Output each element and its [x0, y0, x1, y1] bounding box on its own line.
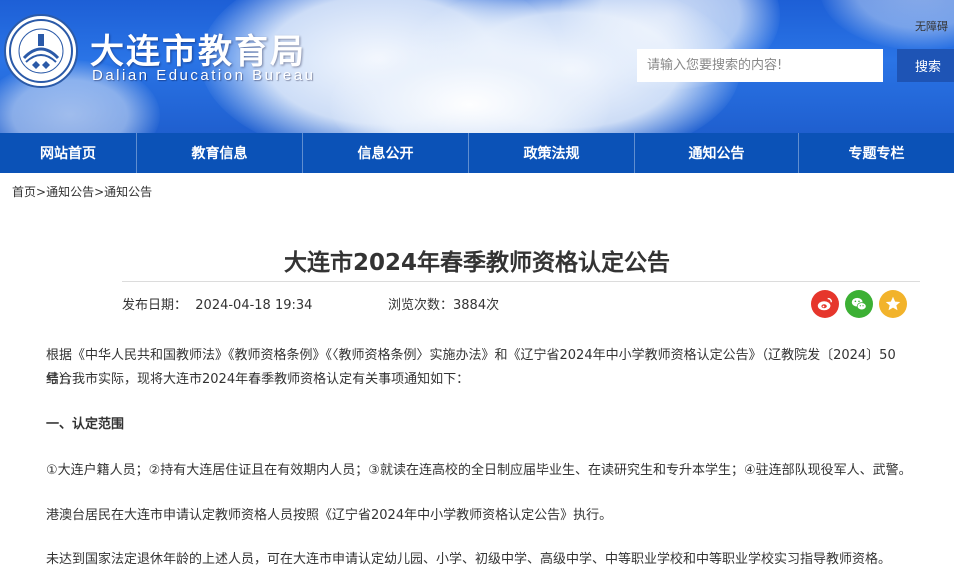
publish-date-label: 发布日期： [122, 298, 188, 313]
view-count: 浏览次数：3884次 [388, 294, 499, 313]
header-banner: 大连市教育局 Dalian Education Bureau 无障碍 搜索 [0, 0, 954, 133]
bureau-logo[interactable] [4, 14, 78, 88]
share-wechat-button[interactable] [845, 290, 873, 318]
nav-item-policies[interactable]: 政策法规 [469, 133, 635, 173]
article-paragraph: 未达到国家法定退休年龄的上述人员，可在大连市申请认定幼儿园、小学、初级中学、高级… [46, 552, 892, 567]
search-input[interactable] [637, 49, 883, 82]
publish-date: 发布日期： 2024-04-18 19:34 [122, 294, 312, 313]
breadcrumb: 首页>通知公告>通知公告 [12, 183, 152, 200]
view-count-label: 浏览次数： [388, 298, 454, 313]
nav-item-notices[interactable]: 通知公告 [635, 133, 799, 173]
share-weibo-button[interactable] [811, 290, 839, 318]
star-icon [885, 296, 901, 311]
search-button[interactable]: 搜索 [897, 49, 954, 82]
breadcrumb-notices[interactable]: 通知公告 [46, 185, 94, 199]
site-subtitle: Dalian Education Bureau [92, 67, 316, 84]
accessibility-link[interactable]: 无障碍 [915, 18, 948, 34]
nav-item-info-disclosure[interactable]: 信息公开 [303, 133, 469, 173]
nav-item-home[interactable]: 网站首页 [0, 133, 137, 173]
nav-item-education-info[interactable]: 教育信息 [137, 133, 303, 173]
article-paragraph: ①大连户籍人员；②持有大连居住证且在有效期内人员；③就读在连高校的全日制应届毕业… [46, 463, 912, 478]
emblem-icon [9, 19, 73, 83]
breadcrumb-current[interactable]: 通知公告 [104, 185, 152, 199]
weibo-icon [817, 297, 832, 311]
view-count-value: 3884次 [453, 298, 500, 313]
article-paragraph: 结合我市实际，现将大连市2024年春季教师资格认定有关事项通知如下： [46, 368, 926, 392]
site-title: 大连市教育局 [90, 32, 306, 72]
breadcrumb-separator: > [94, 185, 105, 199]
title-divider [122, 281, 920, 282]
wechat-icon [851, 297, 867, 311]
article-title: 大连市2024年春季教师资格认定公告 [283, 250, 670, 276]
share-favorite-button[interactable] [879, 290, 907, 318]
publish-date-value: 2024-04-18 19:34 [195, 298, 313, 313]
breadcrumb-home[interactable]: 首页 [12, 185, 36, 199]
section-heading: 一、认定范围 [46, 417, 125, 432]
breadcrumb-separator: > [36, 185, 47, 199]
paragraph-line: 结合我市实际，现将大连市2024年春季教师资格认定有关事项通知如下： [46, 372, 470, 387]
article-paragraph: 港澳台居民在大连市申请认定教师资格人员按照《辽宁省2024年中小学教师资格认定公… [46, 508, 613, 523]
nav-item-special-topics[interactable]: 专题专栏 [799, 133, 954, 173]
main-nav: 网站首页 教育信息 信息公开 政策法规 通知公告 专题专栏 [0, 133, 954, 173]
